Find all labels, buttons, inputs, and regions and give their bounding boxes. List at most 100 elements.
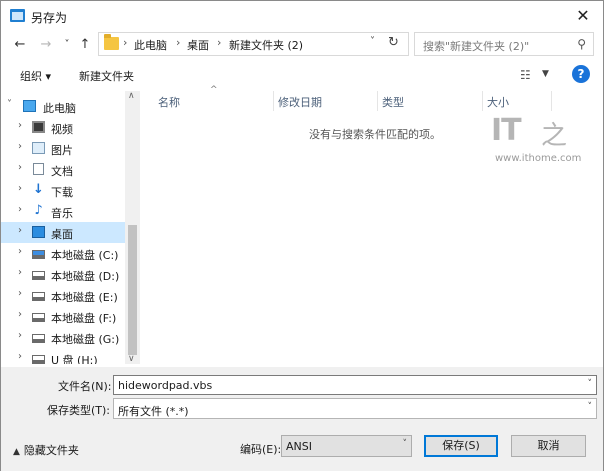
scroll-up-icon[interactable]: ∧ [128,91,135,101]
title-bar: 另存为 ✕ [1,1,603,31]
chevron-down-icon[interactable]: ˅ [588,379,593,389]
new-folder-button[interactable]: 新建文件夹 [79,68,134,84]
tree-item-label: 桌面 [51,228,73,241]
tree-item-downloads[interactable]: › ↓ 下载 [1,180,125,201]
expand-arrow-icon[interactable]: › [18,330,22,341]
tree-item-usb-drive-h[interactable]: › U 盘 (H:) [1,348,125,364]
search-placeholder: 搜索"新建文件夹 (2)" [423,40,530,53]
tree-item-videos[interactable]: › 视频 [1,117,125,138]
tree-item-drive-g[interactable]: › 本地磁盘 (G:) [1,327,125,348]
hide-folders-button[interactable]: ▲ 隐藏文件夹 [13,442,79,458]
expand-arrow-icon[interactable]: › [18,141,22,152]
tree-item-music[interactable]: › ♪ 音乐 [1,201,125,222]
chevron-down-icon[interactable]: ˅ [588,402,593,412]
ithome-watermark: IT 之 www.ithome.com [491,113,583,169]
expand-arrow-icon[interactable]: › [18,162,22,173]
window-icon [10,9,25,22]
file-list-header: 名称 ^ 修改日期 类型 大小 [141,85,603,111]
refresh-icon[interactable]: ↻ [388,35,399,50]
desktop-icon [32,226,45,238]
tree-item-drive-f[interactable]: › 本地磁盘 (F:) [1,306,125,327]
expand-arrow-icon[interactable]: › [18,351,22,362]
navigation-scrollbar[interactable]: ∧ ∨ [125,91,140,364]
filetype-select[interactable]: 所有文件 (*.*) ˅ [113,398,597,419]
tree-item-label: 文档 [51,165,73,178]
forward-button[interactable]: → [37,35,55,55]
up-button[interactable]: ↑ [76,35,94,55]
watermark-logo-mark: 之 [541,121,568,151]
close-button[interactable]: ✕ [563,1,603,31]
column-header-modified[interactable]: 修改日期 [278,94,322,110]
cancel-button[interactable]: 取消 [511,435,586,457]
address-dropdown-button[interactable]: ˅ [370,36,375,47]
expand-arrow-icon[interactable]: › [18,120,22,131]
view-dropdown-icon[interactable]: ▼ [542,69,549,79]
music-icon: ♪ [34,203,43,218]
help-icon[interactable]: ? [572,65,590,83]
search-input[interactable]: 搜索"新建文件夹 (2)" ⚲ [414,32,594,56]
video-icon [32,121,45,133]
tree-item-label: 本地磁盘 (D:) [51,270,120,283]
scroll-down-icon[interactable]: ∨ [128,354,135,364]
expand-arrow-icon[interactable]: › [18,183,22,194]
toolbar: 组织 ▾ 新建文件夹 ☷ ▼ ? [1,62,603,88]
expand-arrow-icon[interactable]: › [18,288,22,299]
tree-item-drive-e[interactable]: › 本地磁盘 (E:) [1,285,125,306]
address-bar[interactable]: › 此电脑 › 桌面 › 新建文件夹 (2) ˅ ↻ [98,32,409,56]
chevron-down-icon[interactable]: ˅ [403,439,408,449]
save-button[interactable]: 保存(S) [424,435,498,457]
filename-field[interactable]: hidewordpad.vbs ˅ [113,375,597,395]
breadcrumb-new-folder-2[interactable]: 新建文件夹 (2) [229,37,303,53]
tree-item-label: 音乐 [51,207,73,220]
view-options-icon[interactable]: ☷ [520,68,531,82]
expand-arrow-icon[interactable]: › [18,267,22,278]
tree-item-label: 图片 [51,144,73,157]
hide-folders-label: 隐藏文件夹 [23,444,79,457]
download-icon: ↓ [33,182,44,197]
column-header-size[interactable]: 大小 [487,94,509,110]
save-as-dialog: 另存为 ✕ ← → ˅ ↑ › 此电脑 › 桌面 › 新建文件夹 (2) ˅ ↻… [0,0,604,471]
column-divider[interactable] [377,91,378,111]
tree-item-drive-c[interactable]: › 本地磁盘 (C:) [1,243,125,264]
back-button[interactable]: ← [11,35,29,55]
tree-item-desktop[interactable]: › 桌面 [1,222,125,243]
column-header-name[interactable]: 名称 [158,94,180,110]
column-divider[interactable] [273,91,274,111]
expand-arrow-icon[interactable]: › [18,309,22,320]
window-title: 另存为 [31,11,68,25]
search-icon: ⚲ [577,37,586,51]
pc-icon [23,100,36,112]
filename-value: hidewordpad.vbs [118,379,213,392]
encoding-select[interactable]: ANSI ˅ [281,435,412,457]
expand-arrow-icon[interactable]: › [18,204,22,215]
tree-item-label: 下载 [51,186,73,199]
drive-icon [32,313,45,322]
expand-arrow-icon[interactable]: › [18,225,22,236]
tree-item-label: 本地磁盘 (F:) [51,312,117,325]
drive-c-icon [32,250,45,259]
breadcrumb-separator: › [176,36,181,49]
drive-icon [32,292,45,301]
breadcrumb-this-pc[interactable]: 此电脑 [134,37,167,53]
recent-locations-button[interactable]: ˅ [58,35,76,55]
folder-tree: ˅ 此电脑 › 视频 › 图片 › 文档 › ↓ 下载 › ♪ 音乐 › 桌面 … [1,91,125,364]
scrollbar-thumb[interactable] [128,225,137,355]
sort-ascending-icon: ^ [210,85,218,95]
tree-item-label: U 盘 (H:) [51,354,98,364]
breadcrumb-desktop[interactable]: 桌面 [187,37,209,53]
expand-arrow-icon[interactable]: ˅ [7,99,12,110]
tree-item-label: 此电脑 [43,102,76,115]
tree-item-drive-d[interactable]: › 本地磁盘 (D:) [1,264,125,285]
organize-button[interactable]: 组织 ▾ [20,68,51,84]
tree-item-this-pc[interactable]: ˅ 此电脑 [1,96,125,117]
filetype-value: 所有文件 (*.*) [118,405,189,418]
column-header-type[interactable]: 类型 [382,94,404,110]
column-divider[interactable] [482,91,483,111]
expand-arrow-icon[interactable]: › [18,246,22,257]
usb-drive-icon [32,355,45,364]
column-divider[interactable] [551,91,552,111]
tree-item-documents[interactable]: › 文档 [1,159,125,180]
breadcrumb-separator: › [123,36,128,49]
tree-item-pictures[interactable]: › 图片 [1,138,125,159]
tree-item-label: 本地磁盘 (E:) [51,291,118,304]
